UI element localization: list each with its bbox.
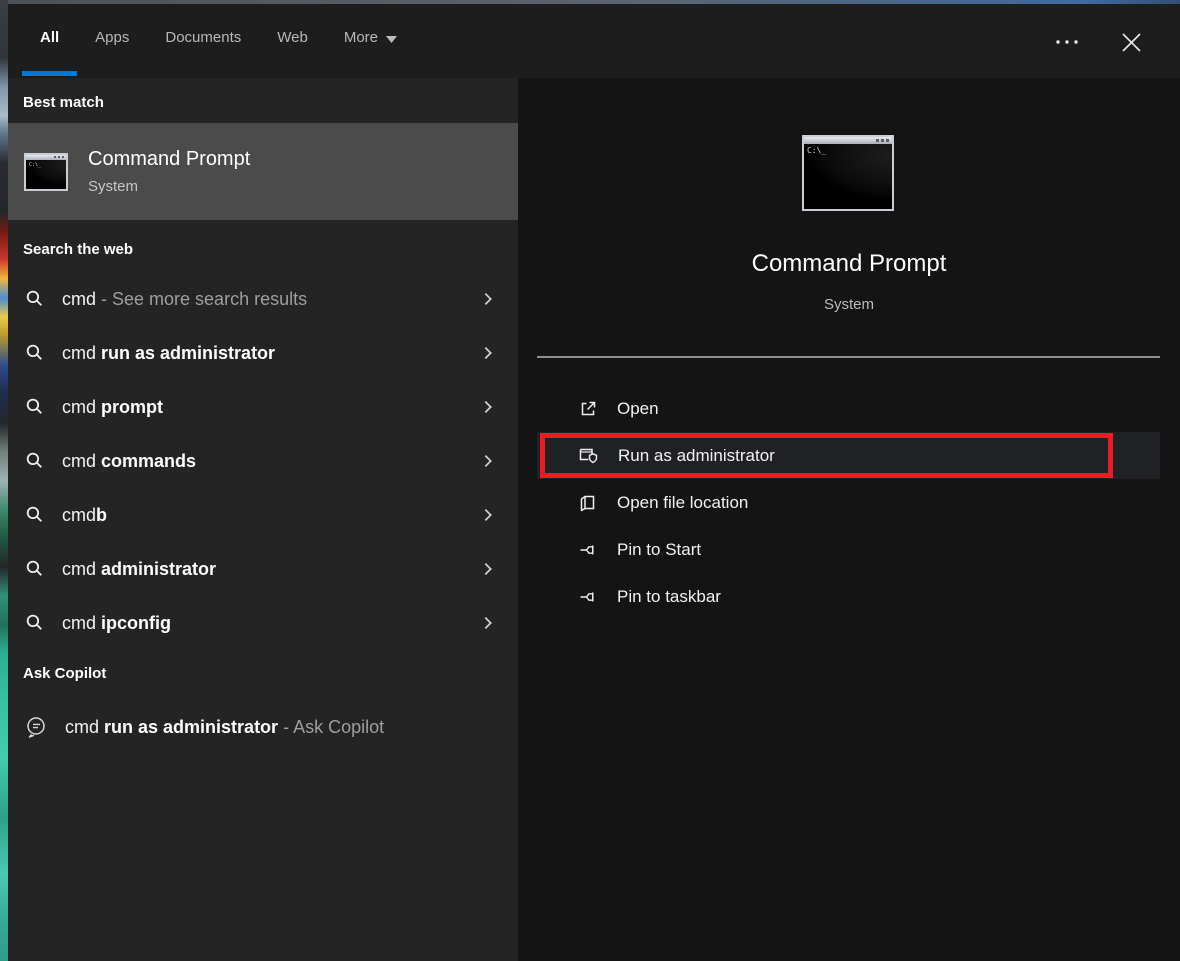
- command-prompt-icon: C:\_: [24, 153, 68, 191]
- tab-all[interactable]: All: [22, 4, 77, 78]
- tab-documents-label: Documents: [165, 29, 241, 46]
- suggestion-text: cmd ipconfig: [62, 613, 171, 634]
- tab-all-label: All: [40, 29, 59, 46]
- suggestion-row[interactable]: cmd prompt: [8, 380, 518, 434]
- close-button[interactable]: [1111, 22, 1151, 62]
- search-the-web-header: Search the web: [23, 241, 133, 258]
- suggestion-text: cmdb: [62, 505, 107, 526]
- divider: [537, 356, 1160, 358]
- action-open[interactable]: Open: [537, 385, 1160, 432]
- search-icon: [24, 451, 45, 472]
- context-action-list: Open Run as administrator: [537, 385, 1160, 620]
- search-filter-bar: All Apps Documents Web More: [8, 4, 1180, 78]
- tab-web[interactable]: Web: [259, 4, 326, 78]
- tab-apps-label: Apps: [95, 29, 129, 46]
- search-icon: [24, 559, 45, 580]
- web-suggestion-list: cmd - See more search results cmd run as…: [8, 272, 518, 650]
- suggestion-row[interactable]: cmd ipconfig: [8, 596, 518, 650]
- search-results-panel: Best match C:\_ Command Prompt System Se…: [8, 78, 518, 961]
- chevron-right-icon[interactable]: [479, 506, 497, 524]
- preview-subtitle: System: [518, 296, 1180, 313]
- desktop-background-left-strip: [0, 0, 8, 961]
- tab-documents[interactable]: Documents: [147, 4, 259, 78]
- action-run-as-administrator[interactable]: Run as administrator: [537, 432, 1160, 479]
- best-match-result-command-prompt[interactable]: C:\_ Command Prompt System: [8, 123, 518, 220]
- chevron-right-icon[interactable]: [479, 290, 497, 308]
- run-as-administrator-icon: [578, 446, 599, 466]
- chevron-right-icon[interactable]: [479, 452, 497, 470]
- suggestion-row[interactable]: cmd - See more search results: [8, 272, 518, 326]
- search-icon: [24, 613, 45, 634]
- tab-web-label: Web: [277, 29, 308, 46]
- suggestion-row[interactable]: cmd run as administrator: [8, 326, 518, 380]
- action-label: Run as administrator: [618, 446, 775, 466]
- action-label: Pin to Start: [617, 540, 701, 560]
- chevron-right-icon[interactable]: [479, 560, 497, 578]
- action-label: Pin to taskbar: [617, 587, 721, 607]
- copilot-suggestion-text: cmd run as administrator - Ask Copilot: [65, 717, 384, 738]
- preview-title: Command Prompt: [518, 250, 1180, 278]
- chevron-down-icon: [386, 36, 398, 44]
- chevron-right-icon[interactable]: [479, 398, 497, 416]
- suggestion-text: cmd - See more search results: [62, 289, 307, 310]
- copilot-chat-icon: [24, 715, 48, 739]
- action-open-file-location[interactable]: Open file location: [537, 479, 1160, 526]
- action-label: Open: [617, 399, 659, 419]
- suggestion-row[interactable]: cmd commands: [8, 434, 518, 488]
- more-options-button[interactable]: [1047, 22, 1087, 62]
- suggestion-row[interactable]: cmdb: [8, 488, 518, 542]
- action-label: Open file location: [617, 493, 748, 513]
- filter-tabs: All Apps Documents Web More: [22, 4, 416, 78]
- search-icon: [24, 289, 45, 310]
- ask-copilot-header: Ask Copilot: [23, 665, 106, 682]
- tab-more[interactable]: More: [326, 4, 416, 78]
- tab-apps[interactable]: Apps: [77, 4, 147, 78]
- suggestion-text: cmd prompt: [62, 397, 163, 418]
- chevron-right-icon[interactable]: [479, 614, 497, 632]
- action-pin-to-start[interactable]: Pin to Start: [537, 526, 1160, 573]
- suggestion-text: cmd run as administrator: [62, 343, 275, 364]
- result-preview-panel: C:\_ Command Prompt System Open: [518, 78, 1180, 961]
- best-match-subtitle: System: [88, 178, 250, 195]
- suggestion-row[interactable]: cmd administrator: [8, 542, 518, 596]
- suggestion-text: cmd commands: [62, 451, 196, 472]
- search-flyout-window: All Apps Documents Web More: [8, 4, 1180, 961]
- open-icon: [578, 399, 598, 419]
- pin-icon: [578, 587, 598, 607]
- action-pin-to-taskbar[interactable]: Pin to taskbar: [537, 573, 1160, 620]
- suggestion-text: cmd administrator: [62, 559, 216, 580]
- ellipsis-icon: [1055, 38, 1079, 46]
- best-match-header: Best match: [23, 94, 104, 111]
- pin-icon: [578, 540, 598, 560]
- ask-copilot-row[interactable]: cmd run as administrator - Ask Copilot: [8, 700, 518, 754]
- tab-more-label: More: [344, 29, 378, 46]
- best-match-text: Command Prompt System: [88, 148, 250, 195]
- search-icon: [24, 343, 45, 364]
- search-icon: [24, 397, 45, 418]
- best-match-title: Command Prompt: [88, 148, 250, 171]
- chevron-right-icon[interactable]: [479, 344, 497, 362]
- windows-search-screen: All Apps Documents Web More: [0, 0, 1180, 961]
- command-prompt-icon: C:\_: [802, 135, 894, 211]
- open-file-location-icon: [578, 493, 598, 513]
- close-icon: [1121, 32, 1142, 53]
- search-icon: [24, 505, 45, 526]
